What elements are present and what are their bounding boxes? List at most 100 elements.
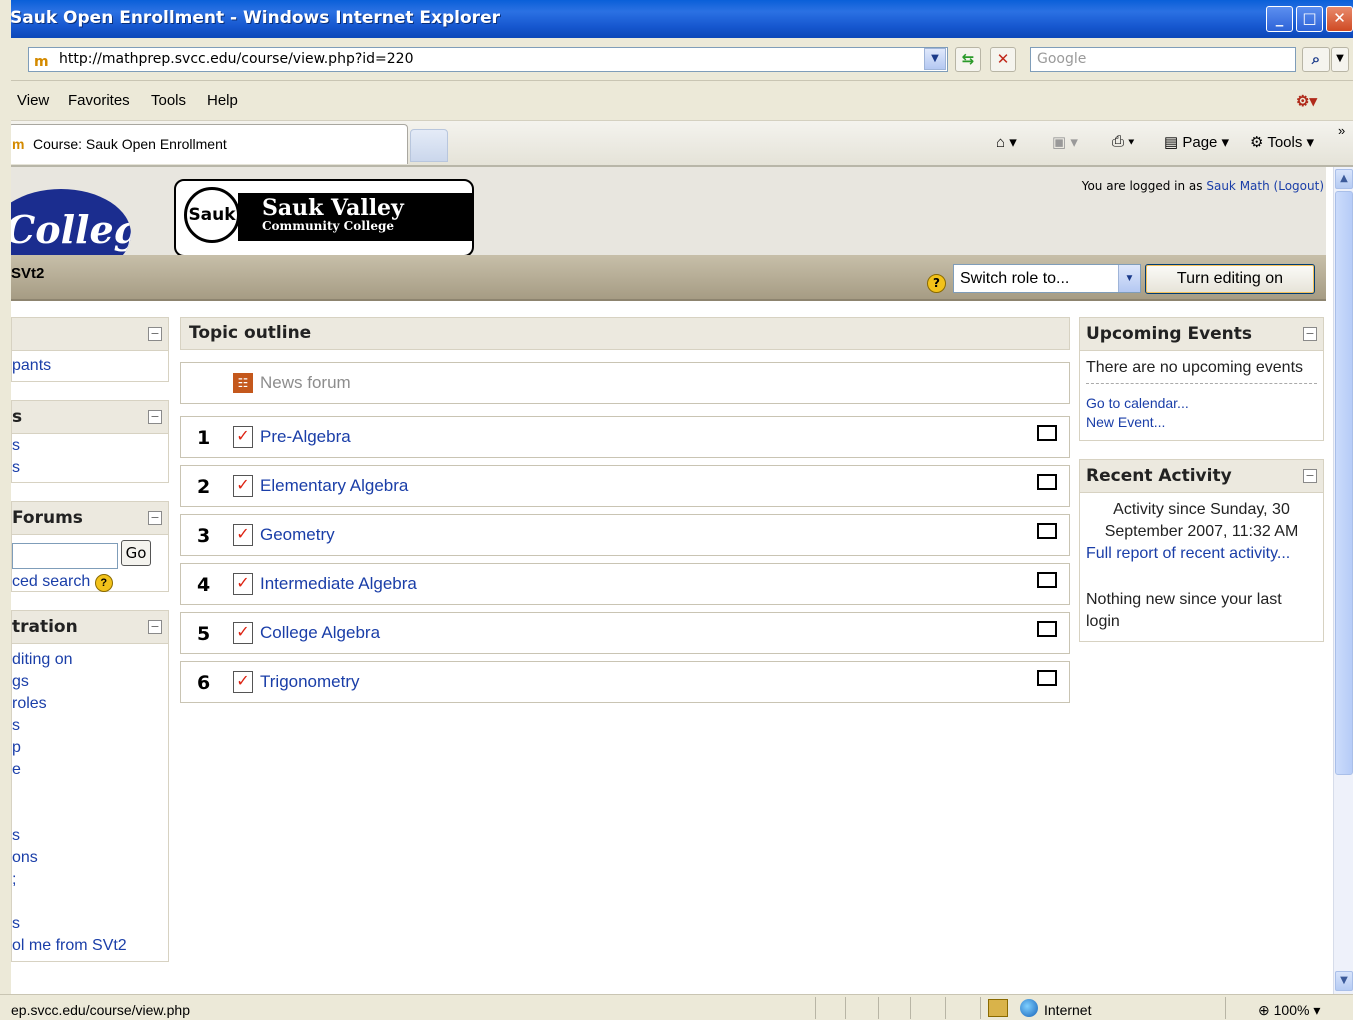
activity-link[interactable]: s xyxy=(12,435,168,457)
switch-role-value: Switch role to... xyxy=(960,270,1070,287)
highlight-toggle-icon[interactable] xyxy=(1037,621,1057,637)
activity-link[interactable]: s xyxy=(12,457,168,479)
topic-row: 6 ✓ Trigonometry xyxy=(180,661,1070,703)
print-icon[interactable]: ⎙ ▾ xyxy=(1112,133,1134,150)
divider xyxy=(845,997,846,1019)
upcoming-events-header: Upcoming Events − xyxy=(1080,318,1323,351)
new-tab-button[interactable] xyxy=(410,129,448,162)
protected-mode-icon[interactable] xyxy=(988,999,1008,1017)
highlight-toggle-icon[interactable] xyxy=(1037,523,1057,539)
topic-link[interactable]: College Algebra xyxy=(260,623,380,643)
refresh-button[interactable]: ⇆ xyxy=(955,47,981,72)
navigation-bar: SVt2 ? Switch role to... ▼ Turn editing … xyxy=(11,255,1326,301)
vertical-scrollbar[interactable]: ▲ ▼ xyxy=(1333,167,1353,994)
search-icon[interactable]: ⌕ xyxy=(1302,47,1330,72)
stop-button[interactable]: ✕ xyxy=(990,47,1016,72)
menu-tools[interactable]: Tools xyxy=(151,92,186,109)
unenrol-link[interactable]: ol me from SVt2 xyxy=(12,935,168,957)
upcoming-events-block: Upcoming Events − There are no upcoming e… xyxy=(1079,317,1324,441)
logout-link[interactable]: (Logout) xyxy=(1274,179,1324,193)
collapse-icon[interactable]: − xyxy=(148,410,162,424)
page-menu[interactable]: ▤ Page ▾ xyxy=(1164,133,1229,151)
admin-link[interactable]: s xyxy=(12,825,168,847)
minimize-button[interactable]: _ xyxy=(1266,6,1293,32)
svcc-logo-sub: Community College xyxy=(262,219,394,233)
advanced-search-link[interactable]: ced search ? xyxy=(12,571,113,593)
address-dropdown-icon[interactable]: ▼ xyxy=(924,48,946,70)
menu-help[interactable]: Help xyxy=(207,92,238,109)
status-url: ep.svcc.edu/course/view.php xyxy=(11,1002,190,1018)
menu-favorites[interactable]: Favorites xyxy=(68,92,130,109)
search-go-button[interactable]: Go xyxy=(121,540,151,566)
help-icon[interactable]: ? xyxy=(94,574,113,592)
highlight-toggle-icon[interactable] xyxy=(1037,425,1057,441)
collapse-icon[interactable]: − xyxy=(148,511,162,525)
admin-link[interactable]: diting on xyxy=(12,649,168,671)
menu-view[interactable]: View xyxy=(17,92,49,109)
address-toolbar: m http://mathprep.svcc.edu/course/view.p… xyxy=(0,38,1353,81)
scroll-down-icon[interactable]: ▼ xyxy=(1335,971,1353,991)
feeds-icon[interactable]: ▣ ▾ xyxy=(1052,133,1078,151)
chevron-down-icon: ▼ xyxy=(1118,265,1140,292)
quiz-icon: ✓ xyxy=(233,426,253,448)
recent-activity-block: Recent Activity − Activity since Sunday, … xyxy=(1079,459,1324,642)
collapse-icon[interactable]: − xyxy=(148,327,162,341)
search-input[interactable]: Google xyxy=(1030,47,1296,72)
moodle-favicon-icon: m xyxy=(34,54,49,70)
participants-link[interactable]: pants xyxy=(12,355,168,377)
topic-link[interactable]: Pre-Algebra xyxy=(260,427,351,447)
admin-link[interactable]: s xyxy=(12,913,168,935)
go-to-calendar-link[interactable]: Go to calendar... xyxy=(1086,394,1317,413)
highlight-toggle-icon[interactable] xyxy=(1037,474,1057,490)
divider xyxy=(1225,997,1226,1019)
highlight-toggle-icon[interactable] xyxy=(1037,572,1057,588)
full-report-link[interactable]: Full report of recent activity... xyxy=(1086,543,1317,565)
tab-course[interactable]: m Course: Sauk Open Enrollment xyxy=(8,124,408,164)
collapse-icon[interactable]: − xyxy=(148,620,162,634)
toolbar-extension-icon[interactable]: ⚙▾ xyxy=(1296,92,1317,110)
collapse-icon[interactable]: − xyxy=(1303,327,1317,341)
tab-bar: m Course: Sauk Open Enrollment ⌂ ▾ ▣ ▾ ⎙… xyxy=(0,121,1353,167)
divider xyxy=(878,997,879,1019)
breadcrumb[interactable]: SVt2 xyxy=(11,265,44,282)
left-column: − pants s− s s Forums− Go ced search ? xyxy=(11,317,169,980)
address-bar[interactable]: m http://mathprep.svcc.edu/course/view.p… xyxy=(28,47,948,72)
close-button[interactable]: ✕ xyxy=(1326,6,1353,32)
zoom-level[interactable]: ⊕ 100% ▾ xyxy=(1258,1002,1320,1019)
admin-link[interactable]: p xyxy=(12,737,168,759)
home-icon[interactable]: ⌂ ▾ xyxy=(996,133,1017,151)
scroll-up-icon[interactable]: ▲ xyxy=(1335,169,1353,189)
user-link[interactable]: Sauk Math xyxy=(1206,179,1269,193)
security-zone[interactable]: Internet xyxy=(1044,1002,1091,1018)
topic-link[interactable]: Elementary Algebra xyxy=(260,476,408,496)
svcc-logo[interactable]: Sauk Sauk Valley Community College xyxy=(174,179,474,257)
topic-link[interactable]: Geometry xyxy=(260,525,335,545)
news-forum-link[interactable]: News forum xyxy=(260,373,351,393)
chevron-more-icon[interactable]: » xyxy=(1338,123,1345,138)
forum-search-input[interactable] xyxy=(12,543,118,569)
scrollbar-thumb[interactable] xyxy=(1335,191,1353,775)
new-event-link[interactable]: New Event... xyxy=(1086,413,1317,432)
web-page: College Sauk Sauk Valley Community Colle… xyxy=(11,167,1333,994)
admin-link[interactable]: e xyxy=(12,759,168,781)
moodle-favicon-icon: m xyxy=(12,136,25,152)
help-icon[interactable]: ? xyxy=(927,274,946,293)
admin-link[interactable] xyxy=(12,781,168,803)
turn-editing-on-button[interactable]: Turn editing on xyxy=(1145,264,1315,294)
collapse-icon[interactable]: − xyxy=(1303,469,1317,483)
admin-link[interactable]: roles xyxy=(12,693,168,715)
tools-menu[interactable]: ⚙ Tools ▾ xyxy=(1250,133,1314,151)
admin-link[interactable]: ons xyxy=(12,847,168,869)
admin-link[interactable] xyxy=(12,891,168,913)
switch-role-select[interactable]: Switch role to... ▼ xyxy=(953,264,1141,293)
maximize-button[interactable]: □ xyxy=(1296,6,1323,32)
admin-link[interactable]: s xyxy=(12,715,168,737)
admin-link[interactable]: ; xyxy=(12,869,168,891)
admin-link[interactable]: gs xyxy=(12,671,168,693)
topic-link[interactable]: Trigonometry xyxy=(260,672,360,692)
site-header: College Sauk Sauk Valley Community Colle… xyxy=(11,167,1326,279)
topic-link[interactable]: Intermediate Algebra xyxy=(260,574,417,594)
highlight-toggle-icon[interactable] xyxy=(1037,670,1057,686)
admin-link[interactable] xyxy=(12,803,168,825)
search-options-icon[interactable]: ▼ xyxy=(1331,47,1349,72)
